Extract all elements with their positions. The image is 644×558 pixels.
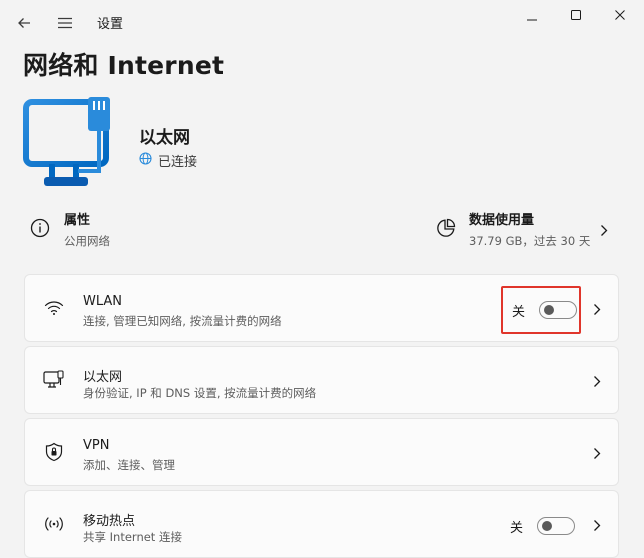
properties-title: 属性: [64, 213, 91, 228]
minimize-button[interactable]: [510, 4, 554, 26]
chevron-right-icon: [590, 445, 604, 461]
connection-name: 以太网: [139, 128, 190, 148]
connection-status: 已连接: [139, 151, 197, 170]
wifi-icon: [43, 297, 65, 319]
connection-status-text: 已连接: [158, 155, 198, 170]
wlan-card[interactable]: WLAN 连接, 管理已知网络, 按流量计费的网络 关: [24, 274, 619, 342]
data-usage-title: 数据使用量: [469, 213, 535, 228]
card-subtitle: 共享 Internet 连接: [83, 530, 182, 544]
vpn-shield-icon: [43, 441, 65, 463]
toggle-state-label: 关: [510, 520, 524, 536]
data-usage-link[interactable]: 数据使用量 37.79 GB，过去 30 天: [436, 206, 616, 250]
app-title: 设置: [97, 17, 124, 32]
card-title: WLAN: [83, 294, 123, 309]
vpn-card[interactable]: VPN 添加、连接、管理: [24, 418, 619, 486]
ethernet-icon: [43, 369, 65, 391]
toggle-knob: [542, 521, 553, 531]
title-bar: 设置: [0, 0, 644, 44]
page-title: 网络和 Internet: [23, 51, 225, 80]
card-title: 以太网: [83, 370, 123, 385]
globe-icon: [139, 152, 152, 169]
toggle-state-label: 关: [512, 304, 526, 320]
hotspot-toggle-group: 关: [501, 502, 581, 550]
card-title: VPN: [83, 438, 110, 453]
ethernet-monitor-icon: [22, 97, 120, 199]
hotspot-toggle-switch[interactable]: [537, 517, 576, 535]
wlan-toggle-group: 关: [501, 286, 581, 334]
chevron-right-icon: [590, 301, 604, 317]
pie-chart-icon: [436, 218, 456, 242]
info-icon: [30, 218, 50, 242]
properties-link[interactable]: 属性 公用网络: [30, 206, 230, 250]
properties-subtitle: 公用网络: [64, 234, 110, 248]
chevron-right-icon: [600, 222, 608, 241]
ethernet-card[interactable]: 以太网 身份验证, IP 和 DNS 设置, 按流量计费的网络: [24, 346, 619, 414]
hotspot-icon: [43, 513, 65, 535]
card-subtitle: 身份验证, IP 和 DNS 设置, 按流量计费的网络: [83, 386, 317, 400]
maximize-button[interactable]: [554, 4, 598, 26]
mobile-hotspot-card[interactable]: 移动热点 共享 Internet 连接 关: [24, 490, 619, 558]
hamburger-menu-icon[interactable]: [52, 10, 78, 36]
card-title: 移动热点: [83, 514, 136, 529]
close-button[interactable]: [598, 4, 642, 26]
chevron-right-icon: [590, 517, 604, 533]
toggle-knob: [544, 305, 555, 315]
data-usage-subtitle: 37.79 GB，过去 30 天: [469, 234, 591, 248]
card-subtitle: 添加、连接、管理: [83, 458, 175, 472]
card-subtitle: 连接, 管理已知网络, 按流量计费的网络: [83, 314, 282, 328]
back-arrow-icon[interactable]: [11, 10, 37, 36]
wlan-toggle-switch[interactable]: [539, 301, 578, 319]
chevron-right-icon: [590, 373, 604, 389]
